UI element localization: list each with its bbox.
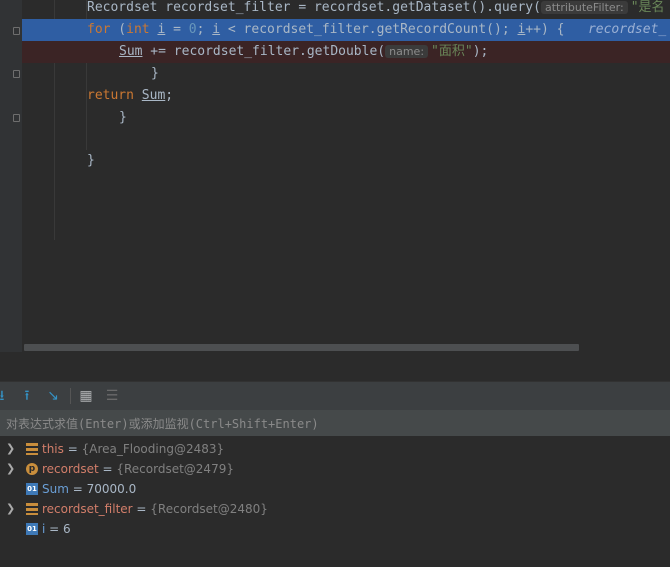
keyword: int [126, 22, 150, 37]
parameter-hint: name: [385, 45, 429, 58]
step-out-icon[interactable]: ⭱ [18, 387, 36, 405]
keyword: for [87, 22, 111, 37]
equals-sign: = [68, 482, 87, 496]
variable-name: recordset_filter [42, 502, 133, 516]
primitive-icon: 01 [26, 483, 38, 495]
code-editor[interactable]: Recordset recordset_filter = recordset.g… [0, 0, 670, 352]
field-icon [26, 443, 38, 455]
expand-chevron-icon[interactable]: ❯ [6, 459, 15, 479]
code-text: Recordset recordset_filter = recordset.g… [87, 0, 541, 15]
string-literal: "面积" [431, 44, 473, 59]
code-text: < recordset_filter.getRecordCount(); [220, 22, 518, 37]
code-line-6[interactable]: } [22, 107, 670, 129]
evaluate-expression-icon[interactable]: ▦ [77, 387, 95, 405]
fold-marker-icon[interactable] [13, 114, 20, 122]
variable-value: {Recordset@2479} [116, 462, 234, 476]
variable-name: recordset [42, 462, 99, 476]
code-line-4[interactable]: } [22, 63, 670, 85]
code-line-breakpoint[interactable]: Sum += recordset_filter.getDouble(name: "… [22, 41, 670, 63]
variable-value: 6 [63, 522, 71, 536]
variable-value: 70000.0 [86, 482, 137, 496]
code-text: ( [110, 22, 127, 37]
code-line-1[interactable]: Recordset recordset_filter = recordset.g… [22, 0, 670, 19]
step-into-icon[interactable]: ⭳ [0, 387, 10, 405]
expand-chevron-icon[interactable]: ❯ [6, 499, 15, 519]
variable-name: this [42, 442, 64, 456]
fold-marker-icon[interactable] [13, 27, 20, 35]
debugger-toolbar: ⭳ ⭱ ↘ ▦ ☰ [0, 381, 670, 410]
code-text: ); [472, 44, 489, 59]
code-line-5[interactable]: return Sum; [22, 85, 670, 107]
evaluate-bar [0, 410, 670, 438]
variable: Sum [119, 44, 143, 59]
variable-row[interactable]: ❯ recordset_filter = {Recordset@2480} [0, 499, 670, 519]
code-text: ; [165, 88, 174, 103]
parameter-icon: p [26, 463, 38, 475]
inline-debug-value: recordset_ [587, 22, 667, 37]
toolbar-divider [70, 388, 71, 404]
parameter-hint: attributeFilter: [540, 1, 628, 14]
code-text: ++) { [525, 22, 565, 37]
variable-row[interactable]: ❯ p recordset = {Recordset@2479} [0, 459, 670, 479]
string-literal: "是名 [630, 0, 665, 15]
code-text: } [87, 153, 95, 168]
trace-icon[interactable]: ☰ [103, 387, 121, 405]
code-line-current-execution[interactable]: for (int i = 0; i < recordset_filter.get… [22, 19, 670, 41]
equals-sign: = [132, 502, 151, 516]
variable-row[interactable]: ❯ this = {Area_Flooding@2483} [0, 439, 670, 459]
expand-chevron-icon[interactable]: ❯ [6, 439, 15, 459]
field-icon [26, 503, 38, 515]
evaluate-expression-input[interactable] [0, 410, 668, 438]
code-text: } [119, 110, 127, 125]
variable-value: {Recordset@2480} [150, 502, 268, 516]
equals-sign: = [63, 442, 82, 456]
code-text: += recordset_filter.getDouble( [142, 44, 386, 59]
code-text: ; [196, 22, 213, 37]
variable-row[interactable]: 01 i = 6 [0, 519, 670, 539]
equals-sign: = [45, 522, 64, 536]
keyword: return [87, 88, 134, 103]
variable-row[interactable]: 01 Sum = 70000.0 [0, 479, 670, 499]
variables-panel: ❯ this = {Area_Flooding@2483} ❯ p record… [0, 436, 670, 567]
code-text: = [165, 22, 189, 37]
variable: i [212, 22, 221, 37]
code-text: } [151, 66, 159, 81]
variable-name: Sum [42, 482, 69, 496]
equals-sign: = [98, 462, 117, 476]
code-line-7[interactable]: } [22, 150, 670, 172]
fold-marker-icon[interactable] [13, 70, 20, 78]
horizontal-scrollbar[interactable] [24, 344, 579, 351]
editor-gutter[interactable] [0, 0, 22, 352]
run-to-cursor-icon[interactable]: ↘ [44, 387, 62, 405]
variable-value: {Area_Flooding@2483} [81, 442, 225, 456]
variable: Sum [141, 88, 166, 103]
primitive-icon: 01 [26, 523, 38, 535]
number-literal: 0 [188, 22, 197, 37]
